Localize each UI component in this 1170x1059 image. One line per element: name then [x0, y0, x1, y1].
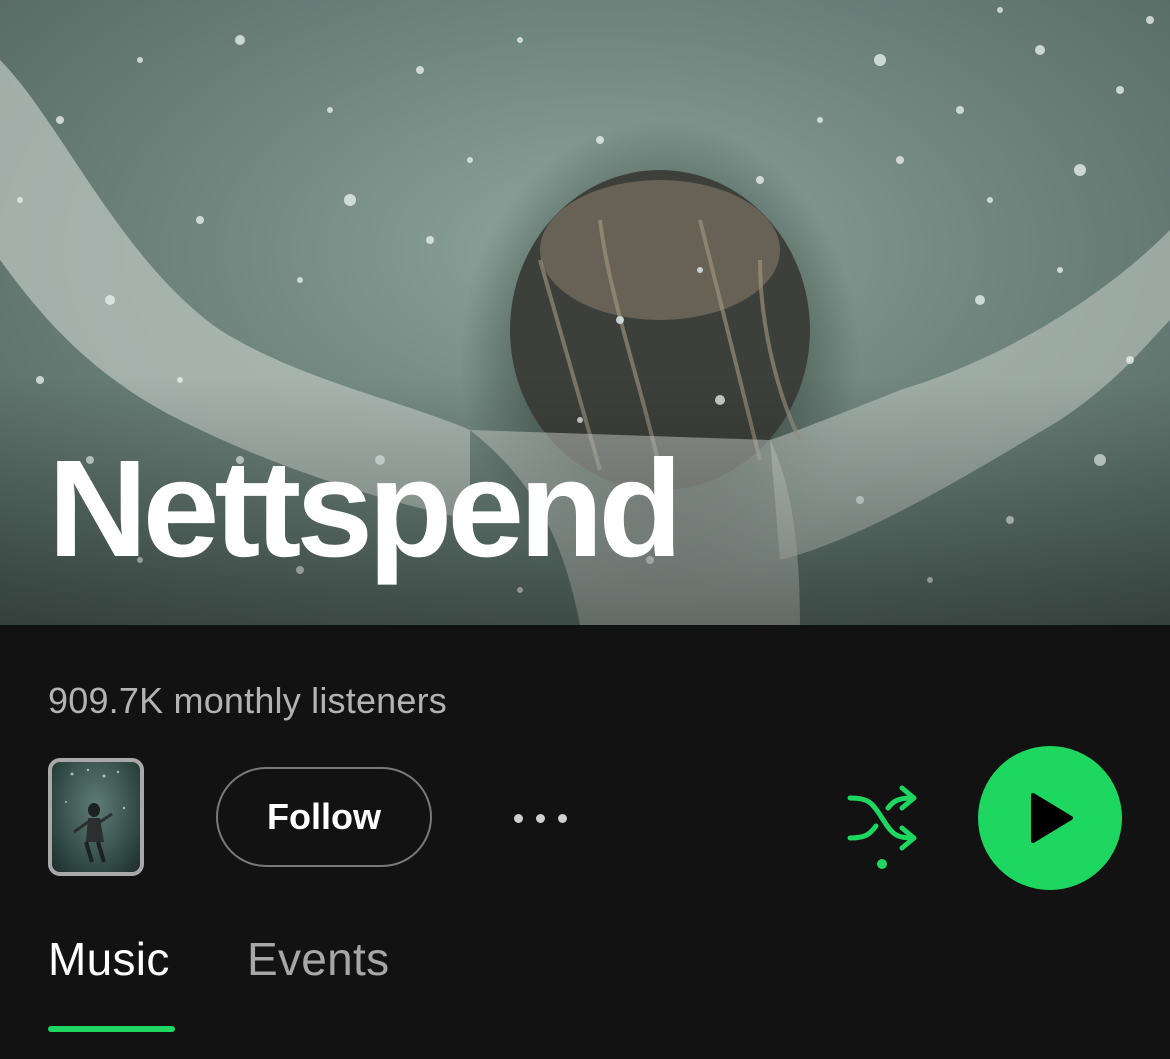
tab-selected-indicator [48, 1026, 175, 1032]
play-button[interactable] [978, 746, 1122, 890]
more-horizontal-icon [513, 813, 523, 823]
follow-button[interactable]: Follow [216, 767, 432, 867]
tab-events[interactable]: Events [247, 932, 389, 986]
thumbnail-image [65, 768, 126, 863]
artist-pick-thumbnail[interactable] [48, 758, 144, 876]
artist-header-image: Nettspend [0, 0, 1170, 625]
play-icon [1031, 793, 1073, 843]
more-dot [535, 813, 545, 823]
shuffle-icon [847, 785, 917, 869]
more-options-button[interactable] [500, 790, 580, 846]
artist-name: Nettspend [48, 432, 683, 586]
more-dot [557, 813, 567, 823]
monthly-listeners: 909.7K monthly listeners [48, 680, 448, 721]
tab-music[interactable]: Music [48, 932, 170, 986]
shuffle-button[interactable] [844, 784, 920, 874]
